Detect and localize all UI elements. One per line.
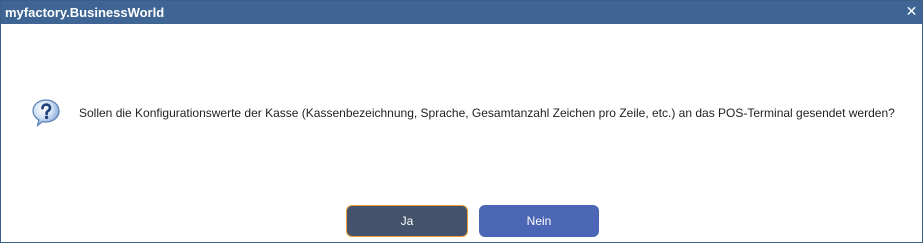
dialog-message: Sollen die Konfigurationswerte der Kasse… <box>79 106 895 120</box>
title-bar: myfactory.BusinessWorld ✕ <box>1 1 922 24</box>
question-icon <box>32 99 60 127</box>
no-button[interactable]: Nein <box>479 205 599 237</box>
window-title: myfactory.BusinessWorld <box>5 5 165 20</box>
confirm-dialog: myfactory.BusinessWorld ✕ Sollen die Kon… <box>0 0 923 243</box>
yes-button[interactable]: Ja <box>346 205 468 237</box>
close-icon[interactable]: ✕ <box>903 4 920 21</box>
